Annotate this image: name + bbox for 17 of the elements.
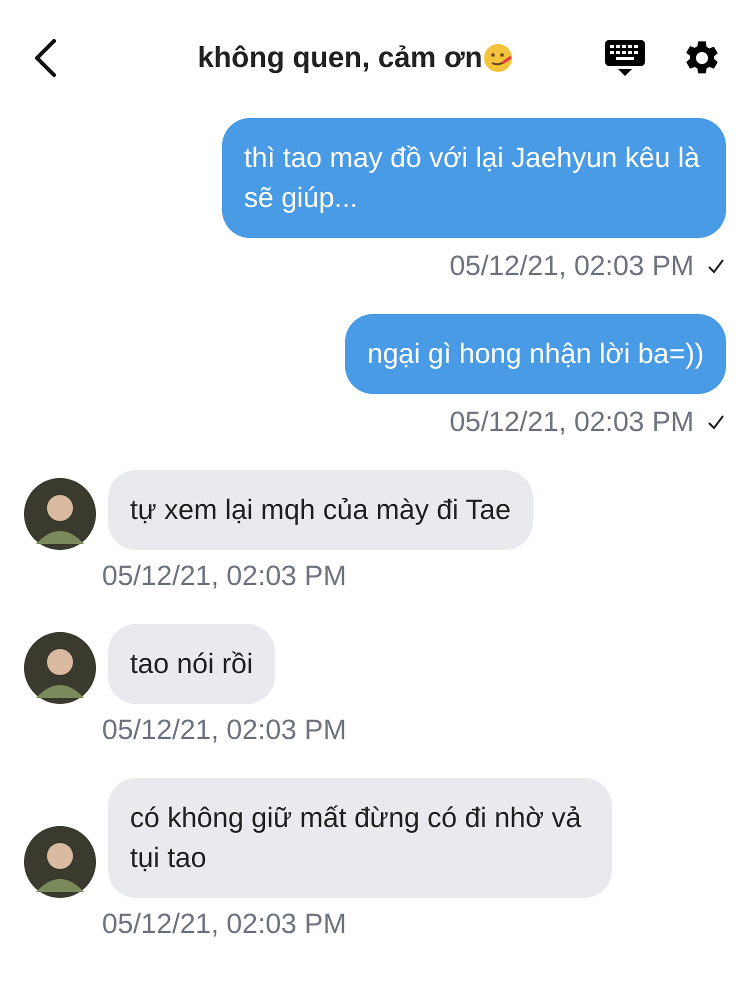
avatar bbox=[24, 632, 96, 704]
message-bubble: ngại gì hong nhận lời ba=)) bbox=[345, 314, 726, 394]
timestamp: 05/12/21, 02:03 PM bbox=[102, 560, 348, 592]
avatar bbox=[24, 478, 96, 550]
timestamp: 05/12/21, 02:03 PM bbox=[450, 406, 694, 438]
chat-title: không quen, cảm ơn bbox=[198, 42, 482, 74]
timestamp: 05/12/21, 02:03 PM bbox=[102, 908, 348, 940]
timestamp: 05/12/21, 02:03 PM bbox=[450, 250, 694, 282]
avatar bbox=[24, 826, 96, 898]
message-bubble: có không giữ mất đừng có đi nhờ vả tụi tao bbox=[108, 778, 612, 898]
sick-face-icon bbox=[482, 42, 514, 74]
message-bubble: thì tao may đồ với lại Jaehyun kêu là sẽ giúp... bbox=[222, 118, 726, 238]
back-icon[interactable] bbox=[32, 38, 58, 78]
keyboard-icon[interactable] bbox=[604, 38, 646, 78]
timestamp: 05/12/21, 02:03 PM bbox=[102, 714, 348, 746]
message-bubble: tự xem lại mqh của mày đi Tae bbox=[108, 470, 533, 550]
message-bubble: tao nói rồi bbox=[108, 624, 275, 704]
